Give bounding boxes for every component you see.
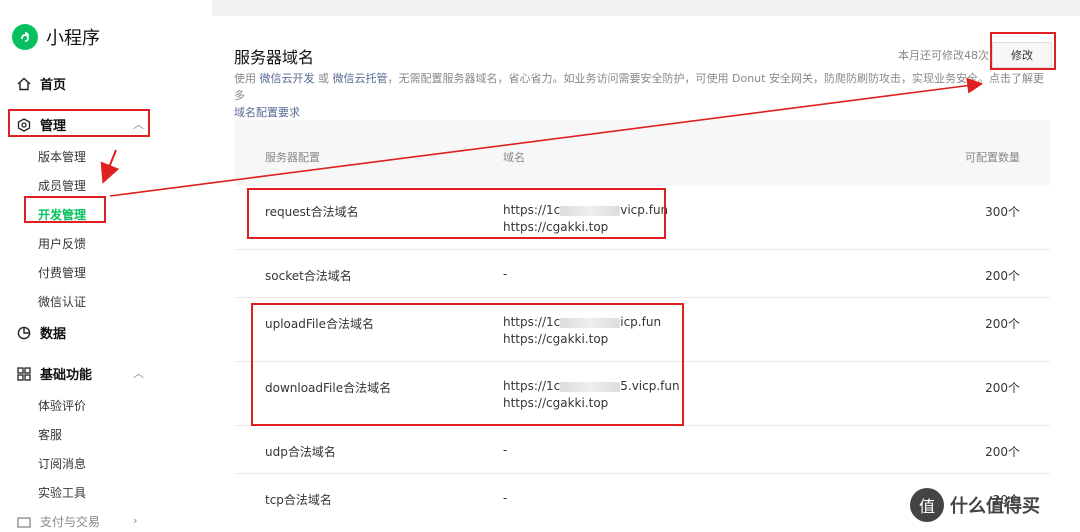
cloud-host-link[interactable]: 微信云托管	[333, 72, 388, 85]
redacted-mask	[560, 317, 621, 328]
main-panel: 服务器域名 本月还可修改48次 修改 使用 微信云开发 或 微信云托管，无需配置…	[212, 16, 1080, 532]
nav-home[interactable]: 首页	[16, 74, 66, 93]
row-domain: https://1c vicp.fun https://cgakki.top	[503, 203, 669, 234]
table-row: uploadFile合法域名 https://1c icp.fun https:/…	[235, 298, 1050, 362]
nav-subscribe[interactable]: 订阅消息	[38, 455, 86, 472]
brand: 小程序	[12, 24, 100, 50]
cloud-dev-link[interactable]: 微信云开发	[260, 72, 315, 85]
manage-icon	[16, 117, 32, 133]
edit-button[interactable]: 修改	[992, 42, 1052, 68]
home-icon	[16, 76, 32, 92]
row-count: 200个	[985, 269, 1020, 283]
mini-program-logo-icon	[12, 24, 38, 50]
nav-pay-label: 支付与交易	[40, 515, 101, 529]
table-row: udp合法域名 - 200个	[235, 426, 1050, 474]
description: 使用 微信云开发 或 微信云托管，无需配置服务器域名，省心省力。如业务访问需要安…	[234, 72, 1044, 119]
domain-requirements-link[interactable]: 域名配置要求	[234, 106, 300, 119]
watermark: 值 什么值得买	[910, 488, 1040, 522]
page-title: 服务器域名	[234, 48, 315, 67]
chevron-up-icon[interactable]: ︿	[133, 365, 144, 381]
redacted-mask	[560, 381, 621, 392]
chevron-right-icon[interactable]: ›	[133, 514, 137, 527]
nav-basic[interactable]: 基础功能	[16, 364, 92, 383]
th-config: 服务器配置	[265, 151, 320, 164]
row-name: request合法域名	[265, 205, 359, 219]
nav-data[interactable]: 数据	[16, 323, 66, 342]
row-count: 200个	[985, 381, 1020, 395]
nav-pay[interactable]: 支付与交易	[16, 513, 100, 530]
sidebar: 小程序 首页 管理 ︿ 版本管理 成员管理 开发管理 用户反馈 付费管理 微信认…	[0, 0, 212, 532]
row-domain: -	[503, 443, 508, 457]
row-domain: -	[503, 491, 508, 505]
nav-basic-label: 基础功能	[40, 368, 93, 383]
row-name: tcp合法域名	[265, 493, 332, 507]
row-name: socket合法域名	[265, 269, 352, 283]
nav-development[interactable]: 开发管理	[38, 206, 86, 223]
row-domain: -	[503, 267, 508, 281]
pie-chart-icon	[16, 325, 32, 341]
nav-data-label: 数据	[40, 327, 67, 342]
chevron-up-icon[interactable]: ︿	[133, 116, 144, 132]
nav-lab[interactable]: 实验工具	[38, 484, 86, 501]
nav-feedback[interactable]: 用户反馈	[38, 235, 86, 252]
quota-text: 本月还可修改48次	[898, 49, 989, 62]
watermark-logo-icon: 值	[910, 488, 944, 522]
row-name: udp合法域名	[265, 445, 336, 459]
wallet-icon	[16, 514, 32, 530]
nav-payment[interactable]: 付费管理	[38, 264, 86, 281]
row-domain: https://1c icp.fun https://cgakki.top	[503, 315, 662, 346]
table-header: 服务器配置 域名 可配置数量	[235, 120, 1050, 186]
th-count: 可配置数量	[965, 151, 1020, 164]
redacted-mask	[560, 205, 621, 216]
nav-service[interactable]: 客服	[38, 426, 62, 443]
watermark-text: 什么值得买	[950, 496, 1040, 517]
row-domain: https://1c 5.vicp.fun https://cgakki.top	[503, 379, 680, 410]
th-domain: 域名	[503, 151, 525, 164]
table-row: request合法域名 https://1c vicp.fun https://c…	[235, 186, 1050, 250]
row-count: 200个	[985, 317, 1020, 331]
row-name: downloadFile合法域名	[265, 381, 392, 395]
row-count: 300个	[985, 205, 1020, 219]
nav-verification[interactable]: 微信认证	[38, 293, 86, 310]
grid-icon	[16, 366, 32, 382]
nav-version[interactable]: 版本管理	[38, 148, 86, 165]
table-row: downloadFile合法域名 https://1c 5.vicp.fun ht…	[235, 362, 1050, 426]
row-count: 200个	[985, 445, 1020, 459]
nav-members[interactable]: 成员管理	[38, 177, 86, 194]
brand-title: 小程序	[46, 28, 100, 49]
nav-home-label: 首页	[40, 78, 67, 93]
domain-table: 服务器配置 域名 可配置数量 request合法域名 https://1c vic…	[235, 120, 1050, 522]
nav-manage[interactable]: 管理	[16, 115, 66, 134]
table-row: socket合法域名 - 200个	[235, 250, 1050, 298]
row-name: uploadFile合法域名	[265, 317, 374, 331]
nav-manage-label: 管理	[40, 119, 67, 134]
nav-experience[interactable]: 体验评价	[38, 397, 86, 414]
